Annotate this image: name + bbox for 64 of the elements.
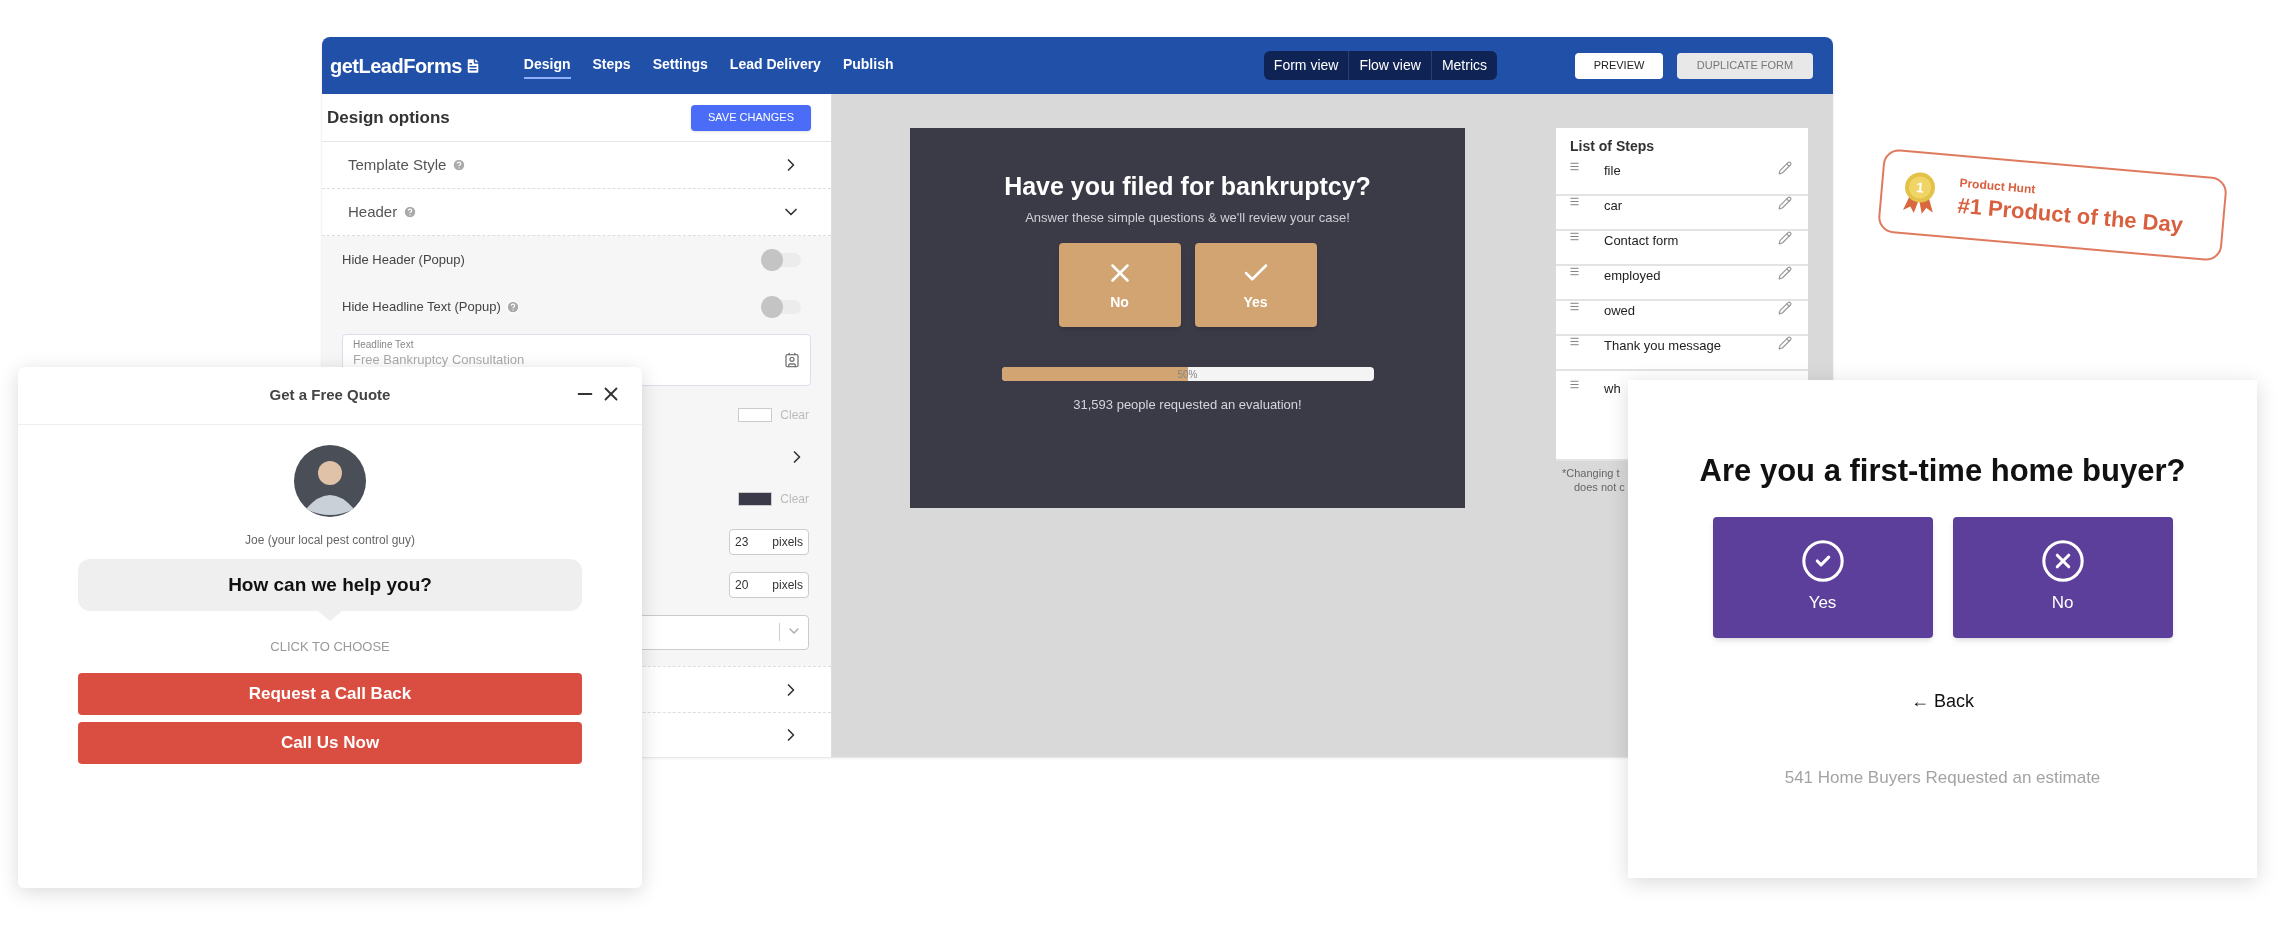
choice-button[interactable]: Request a Call Back	[78, 672, 582, 715]
chat-title: Get a Free Quote	[269, 385, 391, 406]
drag-handle-icon[interactable]	[1569, 196, 1580, 207]
card-icon	[784, 352, 800, 369]
back-link[interactable]: ← Back	[1911, 687, 1974, 715]
card-footer: 541 Home Buyers Requested an estimate	[1784, 764, 2101, 790]
number-field[interactable]: 20 pixels	[729, 571, 809, 598]
note-text: *Changing t	[1562, 467, 1620, 481]
check-circle-icon	[1799, 538, 1846, 585]
color-swatch[interactable]	[738, 492, 773, 507]
step-item[interactable]: car	[1556, 196, 1808, 231]
step-item[interactable]: employed	[1556, 266, 1808, 301]
answer-button[interactable]: Yes	[1712, 516, 1933, 638]
setting-label: Hide Headline Text (Popup)	[342, 298, 501, 317]
note-text: does not c	[1573, 480, 1625, 495]
pencil-icon[interactable]	[1778, 266, 1792, 280]
drag-handle-icon[interactable]	[1569, 231, 1580, 242]
action-button[interactable]: PREVIEW	[1575, 52, 1663, 79]
pencil-icon[interactable]	[1778, 231, 1792, 245]
view-tab[interactable]: Form view	[1263, 51, 1349, 80]
form-subtitle: Answer these simple questions & we'll review your case!	[1025, 208, 1350, 227]
logo: getLeadForms	[330, 53, 462, 79]
field-value: Free Bankruptcy Consultation	[353, 353, 526, 367]
avatar	[294, 445, 366, 517]
view-tab[interactable]: Flow view	[1348, 51, 1431, 80]
pencil-icon[interactable]	[1778, 301, 1792, 315]
nav-tab[interactable]: Design	[523, 52, 571, 79]
drag-handle-icon[interactable]	[1569, 161, 1580, 172]
form-footer: 31,593 people requested an evaluation!	[1073, 395, 1302, 415]
agent-name: Joe (your local pest control guy)	[244, 532, 416, 549]
cross-circle-icon	[2039, 538, 2086, 585]
color-swatch[interactable]	[738, 408, 773, 423]
panel-title: Design options	[327, 106, 450, 129]
section-label[interactable]: Template Style	[348, 153, 447, 177]
step-item[interactable]: owed	[1556, 301, 1808, 336]
nav-tab[interactable]: Steps	[592, 52, 631, 79]
field-label: Headline Text	[353, 340, 415, 351]
view-tab[interactable]: Metrics	[1430, 51, 1497, 80]
help-icon[interactable]	[505, 299, 520, 314]
save-changes-button[interactable]: SAVE CHANGES	[691, 104, 811, 131]
question-title: Are you a first-time home buyer?	[1699, 452, 2186, 490]
pencil-icon[interactable]	[1778, 161, 1792, 175]
pencil-icon[interactable]	[1778, 336, 1792, 350]
step-item[interactable]: file	[1556, 161, 1808, 196]
pencil-icon[interactable]	[1778, 196, 1792, 210]
form-title: Have you filed for bankruptcy?	[1004, 171, 1371, 202]
drag-handle-icon[interactable]	[1569, 266, 1580, 277]
nav-tab[interactable]: Lead Delivery	[729, 52, 821, 79]
choice-button[interactable]: Call Us Now	[78, 721, 582, 764]
choose-hint: CLICK TO CHOOSE	[270, 638, 390, 656]
answer-button[interactable]: No	[1952, 516, 2173, 638]
drag-handle-icon[interactable]	[1569, 336, 1580, 347]
nav-tab[interactable]: Publish	[842, 52, 894, 79]
steps-title: List of Steps	[1569, 137, 1655, 156]
setting-label: Hide Header (Popup)	[342, 251, 465, 270]
drag-handle-icon[interactable]	[1569, 301, 1580, 312]
step-item[interactable]: Contact form	[1556, 231, 1808, 266]
help-icon[interactable]	[452, 158, 467, 173]
section-label[interactable]: Header	[348, 201, 398, 224]
help-icon[interactable]	[403, 205, 418, 220]
step-item[interactable]: Thank you message	[1556, 336, 1808, 371]
drag-handle-icon[interactable]	[1569, 379, 1580, 390]
nav-tab[interactable]: Settings	[652, 52, 708, 79]
number-field[interactable]: 23 pixels	[729, 528, 809, 555]
